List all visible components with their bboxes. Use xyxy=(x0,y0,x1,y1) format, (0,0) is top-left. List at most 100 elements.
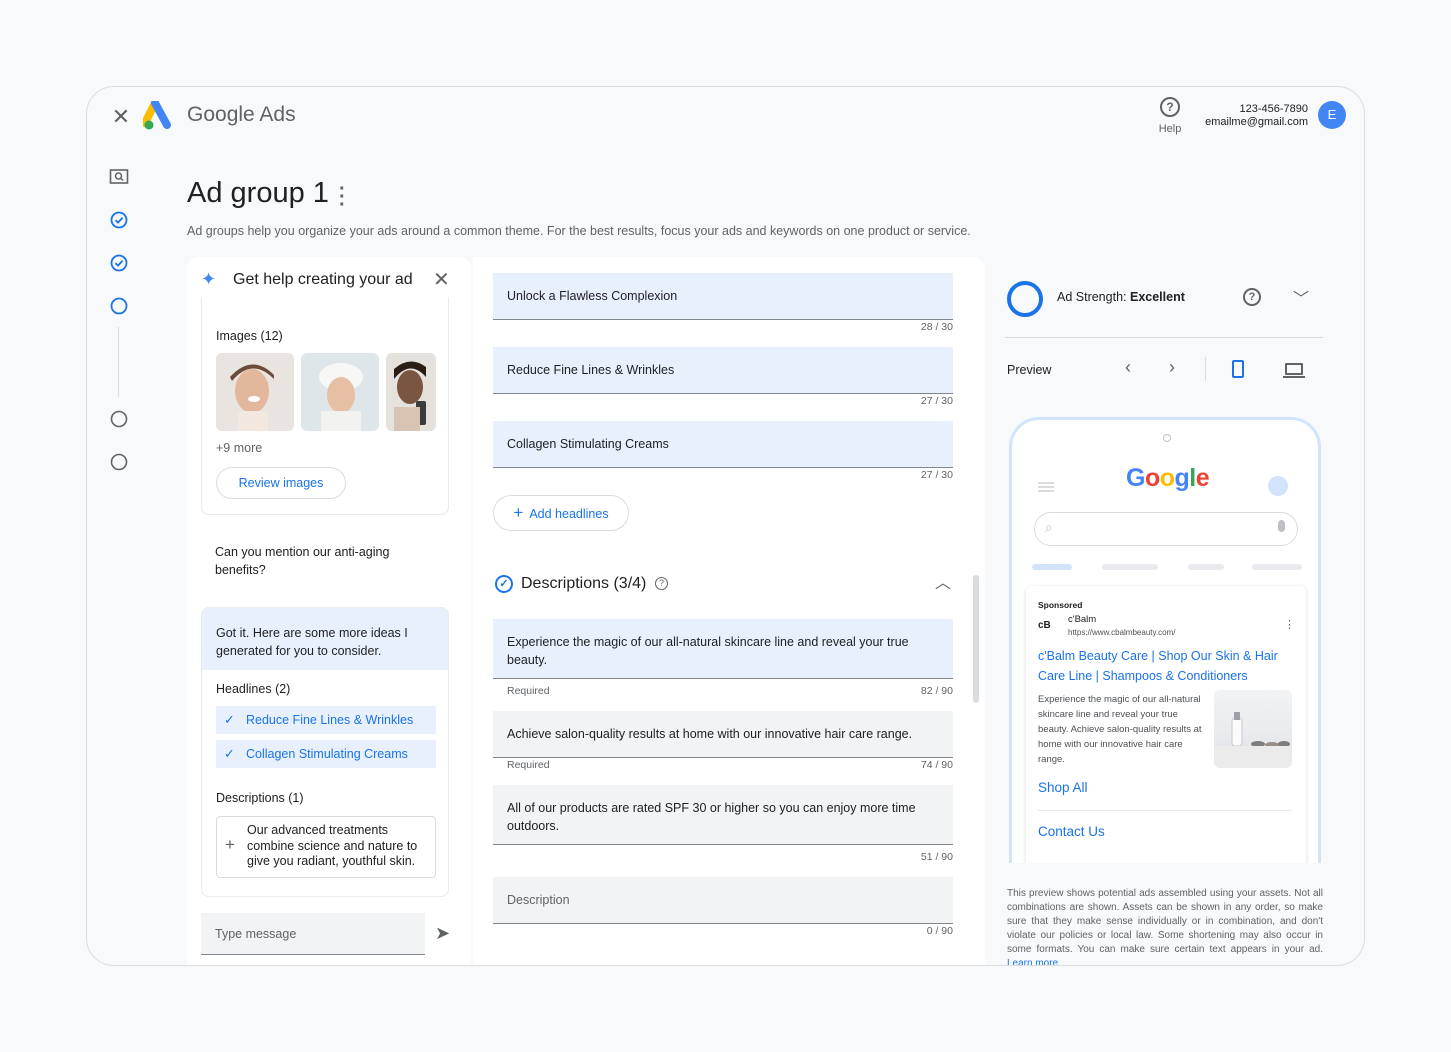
add-icon: + xyxy=(225,835,235,854)
account-phone: 123-456-7890 xyxy=(1239,103,1308,115)
check-circle-icon: ✓ xyxy=(495,575,513,593)
more-options-icon: ⋮ xyxy=(1284,619,1295,631)
description-input[interactable]: Description xyxy=(493,877,953,924)
suggested-headline-chip[interactable]: ✓ Reduce Fine Lines & Wrinkles xyxy=(216,706,436,734)
required-note: Required xyxy=(507,759,550,771)
advertiser-logo: cB xyxy=(1038,620,1051,631)
ad-strength-value: Excellent xyxy=(1129,290,1185,304)
divider xyxy=(1038,810,1292,811)
page-title: Ad group 1 xyxy=(187,177,329,209)
divider xyxy=(1205,357,1206,381)
description-field[interactable]: All of our products are rated SPF 30 or … xyxy=(493,785,953,845)
ad-title: c'Balm Beauty Care | Shop Our Skin & Hai… xyxy=(1038,649,1278,683)
result-tab xyxy=(1102,564,1158,570)
chip-label: Reduce Fine Lines & Wrinkles xyxy=(246,713,414,727)
app-window: ✕ Google Ads ? Help 123-456-7890 emailme… xyxy=(86,86,1365,966)
chevron-up-icon[interactable]: ︿ xyxy=(935,569,951,593)
char-count: 82 / 90 xyxy=(920,685,953,697)
char-count: 28 / 30 xyxy=(920,321,953,333)
char-count: 27 / 30 xyxy=(920,469,953,481)
char-count: 27 / 30 xyxy=(920,395,953,407)
suggested-descriptions-label: Descriptions (1) xyxy=(216,791,304,805)
ad-image xyxy=(1214,690,1292,768)
help-icon: ? xyxy=(1160,97,1180,117)
help-icon[interactable]: ? xyxy=(1243,288,1261,306)
account-info[interactable]: 123-456-7890 emailme@gmail.com xyxy=(1205,103,1308,129)
help-button[interactable]: ? Help xyxy=(1155,97,1185,135)
sitelink: Contact Us xyxy=(1038,824,1105,839)
suggested-headlines-label: Headlines (2) xyxy=(216,682,291,696)
descriptions-title: Descriptions (3/4) xyxy=(521,575,647,592)
disclaimer-text: This preview shows potential ads assembl… xyxy=(1007,888,1323,955)
char-count: 0 / 90 xyxy=(926,925,953,937)
add-headlines-button[interactable]: + Add headlines xyxy=(493,495,629,531)
chat-title: Get help creating your ad xyxy=(233,271,413,288)
step-pending-icon[interactable] xyxy=(109,409,129,429)
image-thumbnail[interactable] xyxy=(386,353,436,431)
ad-description: Experience the magic of our all-natural … xyxy=(1038,694,1202,765)
ai-assistant-panel: ✦ Get help creating your ad ✕ Images (12… xyxy=(187,257,471,965)
result-tab xyxy=(1032,564,1072,570)
close-icon[interactable]: ✕ xyxy=(109,105,133,129)
description-field[interactable]: Experience the magic of our all-natural … xyxy=(493,619,953,679)
help-icon[interactable]: ? xyxy=(655,577,668,590)
headline-field[interactable]: Reduce Fine Lines & Wrinkles xyxy=(493,347,953,394)
headline-field[interactable]: Collagen Stimulating Creams xyxy=(493,421,953,468)
sitelink: Shop All xyxy=(1038,780,1088,795)
ad-strength-label: Ad Strength: xyxy=(1057,290,1127,304)
image-thumbnail[interactable] xyxy=(216,353,294,431)
avatar xyxy=(1268,476,1288,496)
advertiser-name: c'Balm xyxy=(1068,614,1097,625)
char-count: 51 / 90 xyxy=(920,851,953,863)
divider xyxy=(1005,337,1323,338)
suggested-headline-chip[interactable]: ✓ Collagen Stimulating Creams xyxy=(216,740,436,768)
ad-strength: Ad Strength: Excellent xyxy=(1057,290,1185,304)
chip-label: Collagen Stimulating Creams xyxy=(246,747,408,761)
images-label: Images (12) xyxy=(216,329,283,343)
mobile-icon[interactable] xyxy=(1232,360,1244,378)
brand-name: Google Ads xyxy=(187,103,296,126)
ad-form: Unlock a Flawless Complexion 28 / 30 Red… xyxy=(473,257,985,965)
preview-disclaimer: This preview shows potential ads assembl… xyxy=(1007,887,1323,965)
preview-label: Preview xyxy=(1007,363,1052,377)
search-preview-icon[interactable] xyxy=(109,167,129,187)
message-input[interactable]: Type message xyxy=(201,913,425,955)
sponsored-label: Sponsored xyxy=(1038,600,1083,610)
user-message: Can you mention our anti-aging benefits? xyxy=(215,545,390,577)
google-logo: Google xyxy=(1126,464,1210,492)
mobile-preview: Google ⌕ Sponsored cB c'Balm https://www… xyxy=(1009,417,1321,863)
desktop-icon[interactable] xyxy=(1283,363,1305,378)
scrollbar[interactable] xyxy=(973,575,979,703)
suggested-description-text: Our advanced treatments combine science … xyxy=(247,823,418,868)
step-complete-icon[interactable] xyxy=(109,210,129,230)
check-icon: ✓ xyxy=(224,746,235,761)
review-images-button[interactable]: Review images xyxy=(216,467,346,499)
search-bar: ⌕ xyxy=(1034,512,1298,546)
camera-icon xyxy=(1163,434,1171,442)
learn-more-link[interactable]: Learn more xyxy=(1007,958,1058,965)
images-more: +9 more xyxy=(216,441,263,455)
headline-field[interactable]: Unlock a Flawless Complexion xyxy=(493,273,953,320)
mic-icon xyxy=(1278,520,1285,532)
step-complete-icon[interactable] xyxy=(109,253,129,273)
menu-icon xyxy=(1038,482,1054,492)
chat-header: ✦ Get help creating your ad ✕ xyxy=(187,257,471,301)
chevron-right-icon[interactable]: › xyxy=(1169,357,1175,378)
step-current-icon[interactable] xyxy=(109,296,129,316)
description-field[interactable]: Achieve salon-quality results at home wi… xyxy=(493,711,953,758)
sparkle-icon: ✦ xyxy=(201,269,217,289)
avatar[interactable]: E xyxy=(1318,101,1346,129)
chevron-left-icon[interactable]: ‹ xyxy=(1125,357,1131,378)
search-icon: ⌕ xyxy=(1045,519,1053,535)
ad-preview-card: Sponsored cB c'Balm https://www.cbalmbea… xyxy=(1026,586,1306,863)
ai-suggestions-card: Got it. Here are some more ideas I gener… xyxy=(201,607,449,897)
suggested-description[interactable]: + Our advanced treatments combine scienc… xyxy=(216,816,436,878)
close-icon[interactable]: ✕ xyxy=(433,267,450,292)
ai-reply: Got it. Here are some more ideas I gener… xyxy=(202,608,448,670)
chevron-down-icon[interactable]: ﹀ xyxy=(1293,285,1309,309)
send-icon[interactable]: ➤ xyxy=(435,923,450,944)
step-pending-icon[interactable] xyxy=(109,452,129,472)
more-options-icon[interactable]: · · · xyxy=(339,179,346,215)
page-subtitle: Ad groups help you organize your ads aro… xyxy=(187,224,971,238)
image-thumbnail[interactable] xyxy=(301,353,379,431)
